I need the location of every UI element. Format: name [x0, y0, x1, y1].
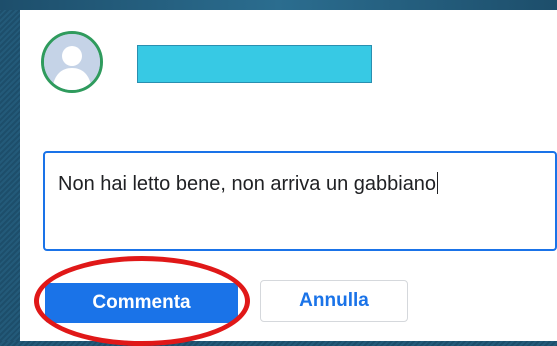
background-strip	[0, 0, 557, 10]
comment-card: Non hai letto bene, non arriva un gabbia…	[20, 10, 557, 346]
comment-text: Non hai letto bene, non arriva un gabbia…	[58, 167, 508, 201]
cancel-label: Annulla	[299, 290, 369, 311]
redacted-username	[137, 45, 372, 83]
comment-text-value: Non hai letto bene, non arriva un gabbia…	[58, 173, 437, 195]
text-caret	[437, 172, 439, 194]
user-avatar-icon	[41, 31, 103, 93]
submit-comment-button[interactable]: Commenta	[45, 283, 238, 323]
comment-input[interactable]: Non hai letto bene, non arriva un gabbia…	[43, 151, 557, 251]
submit-comment-label: Commenta	[92, 292, 191, 313]
cancel-button[interactable]: Annulla	[260, 280, 408, 322]
